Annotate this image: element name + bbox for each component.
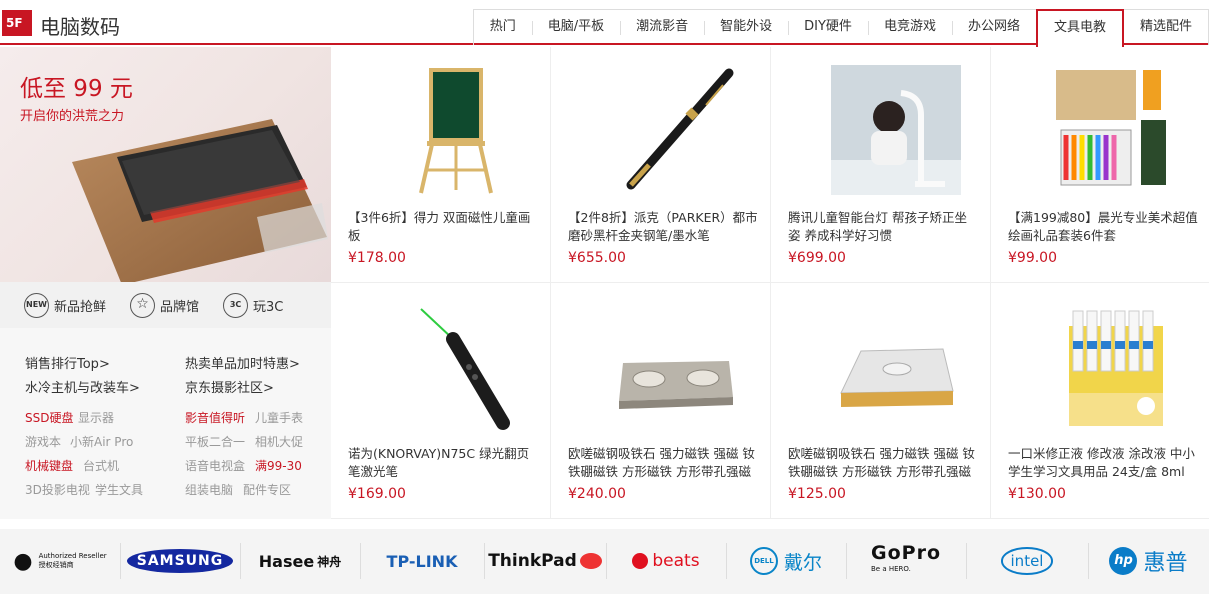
link-sales-ranking[interactable]: 销售排行Top> (25, 353, 110, 372)
tab-accessories[interactable]: 精选配件 (1123, 9, 1209, 45)
thinkpad-badge-icon (579, 553, 602, 569)
tab-stationery[interactable]: 文具电教 (1035, 9, 1124, 47)
brand-hall-link[interactable]: ☆ 品牌馆 (130, 292, 199, 318)
link-audio[interactable]: 影音值得听 (185, 409, 245, 426)
product-name[interactable]: 腾讯儿童智能台灯 帮孩子矫正坐姿 养成科学好习惯 (788, 209, 978, 245)
product-name[interactable]: 诺为(KNORVAY)N75C 绿光翻页笔激光笔 (348, 445, 538, 481)
magnet-image (619, 361, 733, 409)
link-ssd[interactable]: SSD硬盘 (25, 409, 73, 426)
art-set-image (1056, 70, 1166, 186)
product-card[interactable]: 【2件8折】派克（PARKER）都市 磨砂黑杆金夹钢笔/墨水笔 ¥655.00 (551, 47, 771, 283)
link-hot-deals[interactable]: 热卖单品加时特惠> (185, 353, 300, 372)
link-2in1[interactable]: 平板二合一 (185, 433, 245, 450)
brand-gopro[interactable]: GoPro Be a HERO. (846, 537, 966, 585)
desk-lamp-image (831, 65, 961, 195)
tab-hot[interactable]: 热门 (473, 9, 532, 45)
new-icon: NEW (24, 292, 49, 318)
link-water-cooling[interactable]: 水冷主机与改装车> (25, 377, 140, 396)
product-price: ¥178.00 (348, 250, 406, 266)
product-name[interactable]: 欧嗟磁钢吸铁石 强力磁铁 强磁 钕铁硼磁铁 方形磁铁 方形带孔强磁1 (788, 445, 978, 481)
product-name[interactable]: 欧嗟磁钢吸铁石 强力磁铁 强磁 钕铁硼磁铁 方形磁铁 方形带孔强磁1 (568, 445, 758, 481)
category-tabs: 热门 电脑/平板 潮流影音 智能外设 DIY硬件 电竞游戏 办公网络 文具电教 … (472, 9, 1209, 47)
hot-links: 销售排行Top> 热卖单品加时特惠> 水冷主机与改装车> 京东摄影社区> SSD… (0, 328, 331, 519)
product-card[interactable]: 腾讯儿童智能台灯 帮孩子矫正坐姿 养成科学好习惯 ¥699.00 (771, 47, 991, 283)
product-card[interactable]: 【3件6折】得力 双面磁性儿童画板 ¥178.00 (331, 47, 551, 283)
keyboard-image (72, 119, 328, 282)
new-products-link[interactable]: NEW 新品抢鲜 (24, 292, 106, 318)
brand-hasee[interactable]: Hasee 神舟 (240, 537, 360, 585)
link-accessories-zone[interactable]: 配件专区 (243, 481, 291, 498)
tab-office-network[interactable]: 办公网络 (951, 9, 1036, 45)
floor-badge: 5F (2, 10, 32, 36)
beats-icon (632, 553, 649, 569)
pen-image (626, 68, 734, 190)
link-gaming-laptop[interactable]: 游戏本 (25, 433, 61, 450)
product-card[interactable]: 一口米修正液 修改液 涂改液 中小学生学习文具用品 24支/盒 8ml ¥130… (991, 283, 1209, 519)
brand-samsung[interactable]: SAMSUNG (120, 537, 240, 585)
brand-hp[interactable]: hp 惠普 (1088, 537, 1209, 585)
laser-pointer-image (420, 308, 510, 430)
correction-fluid-image (1069, 310, 1163, 426)
link-mech-keyboard[interactable]: 机械键盘 (25, 457, 73, 474)
brand-strip: ● Authorized Reseller 授权经销商 SAMSUNG Hase… (0, 529, 1209, 594)
brand-thinkpad[interactable]: ThinkPad (484, 537, 606, 585)
tab-audio-video[interactable]: 潮流影音 (620, 9, 705, 45)
product-name[interactable]: 一口米修正液 修改液 涂改液 中小学生学习文具用品 24支/盒 8ml (1008, 445, 1198, 481)
product-price: ¥240.00 (568, 486, 626, 502)
link-99-30[interactable]: 满99-30 (255, 457, 302, 474)
link-3d-projector[interactable]: 3D投影电视 (25, 481, 90, 498)
link-camera[interactable]: 相机大促 (255, 433, 303, 450)
link-xiaoxin[interactable]: 小新Air Pro (70, 433, 133, 450)
product-name[interactable]: 【满199减80】晨光专业美术超值绘画礼品套装6件套 (1008, 209, 1198, 245)
tab-computer-tablet[interactable]: 电脑/平板 (531, 9, 621, 45)
brand-intel[interactable]: intel (966, 537, 1088, 585)
product-price: ¥169.00 (348, 486, 406, 502)
link-kids-watch[interactable]: 儿童手表 (255, 409, 303, 426)
link-school-stationery[interactable]: 学生文具 (95, 481, 143, 498)
easel-image (419, 68, 493, 194)
3c-icon: 3C (223, 292, 249, 318)
left-promo-column: 低至 99 元 开启你的洪荒之力 NEW 新品抢鲜 ☆ 品牌馆 3C 玩3C 销… (0, 47, 331, 519)
product-price: ¥130.00 (1008, 486, 1066, 502)
product-price: ¥655.00 (568, 250, 626, 266)
link-custom-pc[interactable]: 组装电脑 (185, 481, 233, 498)
product-card[interactable]: 【满199减80】晨光专业美术超值绘画礼品套装6件套 ¥99.00 (991, 47, 1209, 283)
product-name[interactable]: 【3件6折】得力 双面磁性儿童画板 (348, 209, 538, 245)
brand-beats[interactable]: beats (606, 537, 726, 585)
apple-icon: ● (13, 548, 33, 574)
product-price: ¥99.00 (1008, 250, 1057, 266)
product-price: ¥125.00 (788, 486, 846, 502)
brand-apple[interactable]: ● Authorized Reseller 授权经销商 (0, 537, 120, 585)
tab-esports[interactable]: 电竞游戏 (867, 9, 952, 45)
product-price: ¥699.00 (788, 250, 846, 266)
hp-icon: hp (1109, 547, 1138, 575)
floor-header: 5F 电脑数码 热门 电脑/平板 潮流影音 智能外设 DIY硬件 电竞游戏 办公… (0, 0, 1209, 47)
magnet-image (840, 348, 954, 407)
promo-banner[interactable]: 低至 99 元 开启你的洪荒之力 (0, 47, 331, 282)
dell-icon: DELL (749, 547, 778, 575)
brand-dell[interactable]: DELL 戴尔 (726, 537, 846, 585)
brand-tplink[interactable]: TP-LINK (360, 537, 484, 585)
tab-diy-hardware[interactable]: DIY硬件 (788, 9, 868, 45)
link-tv-box[interactable]: 语音电视盒 (185, 457, 245, 474)
star-icon: ☆ (130, 292, 156, 318)
play-3c-link[interactable]: 3C 玩3C (223, 292, 283, 318)
promo-title: 低至 99 元 (20, 76, 133, 102)
link-photo-community[interactable]: 京东摄影社区> (185, 377, 274, 396)
link-desktop[interactable]: 台式机 (83, 457, 119, 474)
product-name[interactable]: 【2件8折】派克（PARKER）都市 磨砂黑杆金夹钢笔/墨水笔 (568, 209, 758, 245)
product-grid: 【3件6折】得力 双面磁性儿童画板 ¥178.00 【2件8折】派克（PARKE… (331, 47, 1209, 519)
tab-smart-peripherals[interactable]: 智能外设 (704, 9, 789, 45)
link-monitor[interactable]: 显示器 (78, 409, 114, 426)
product-card[interactable]: 欧嗟磁钢吸铁石 强力磁铁 强磁 钕铁硼磁铁 方形磁铁 方形带孔强磁1 ¥240.… (551, 283, 771, 519)
product-card[interactable]: 欧嗟磁钢吸铁石 强力磁铁 强磁 钕铁硼磁铁 方形磁铁 方形带孔强磁1 ¥125.… (771, 283, 991, 519)
product-card[interactable]: 诺为(KNORVAY)N75C 绿光翻页笔激光笔 ¥169.00 (331, 283, 551, 519)
quick-icon-row: NEW 新品抢鲜 ☆ 品牌馆 3C 玩3C (0, 282, 331, 328)
floor-title: 电脑数码 (40, 15, 120, 39)
